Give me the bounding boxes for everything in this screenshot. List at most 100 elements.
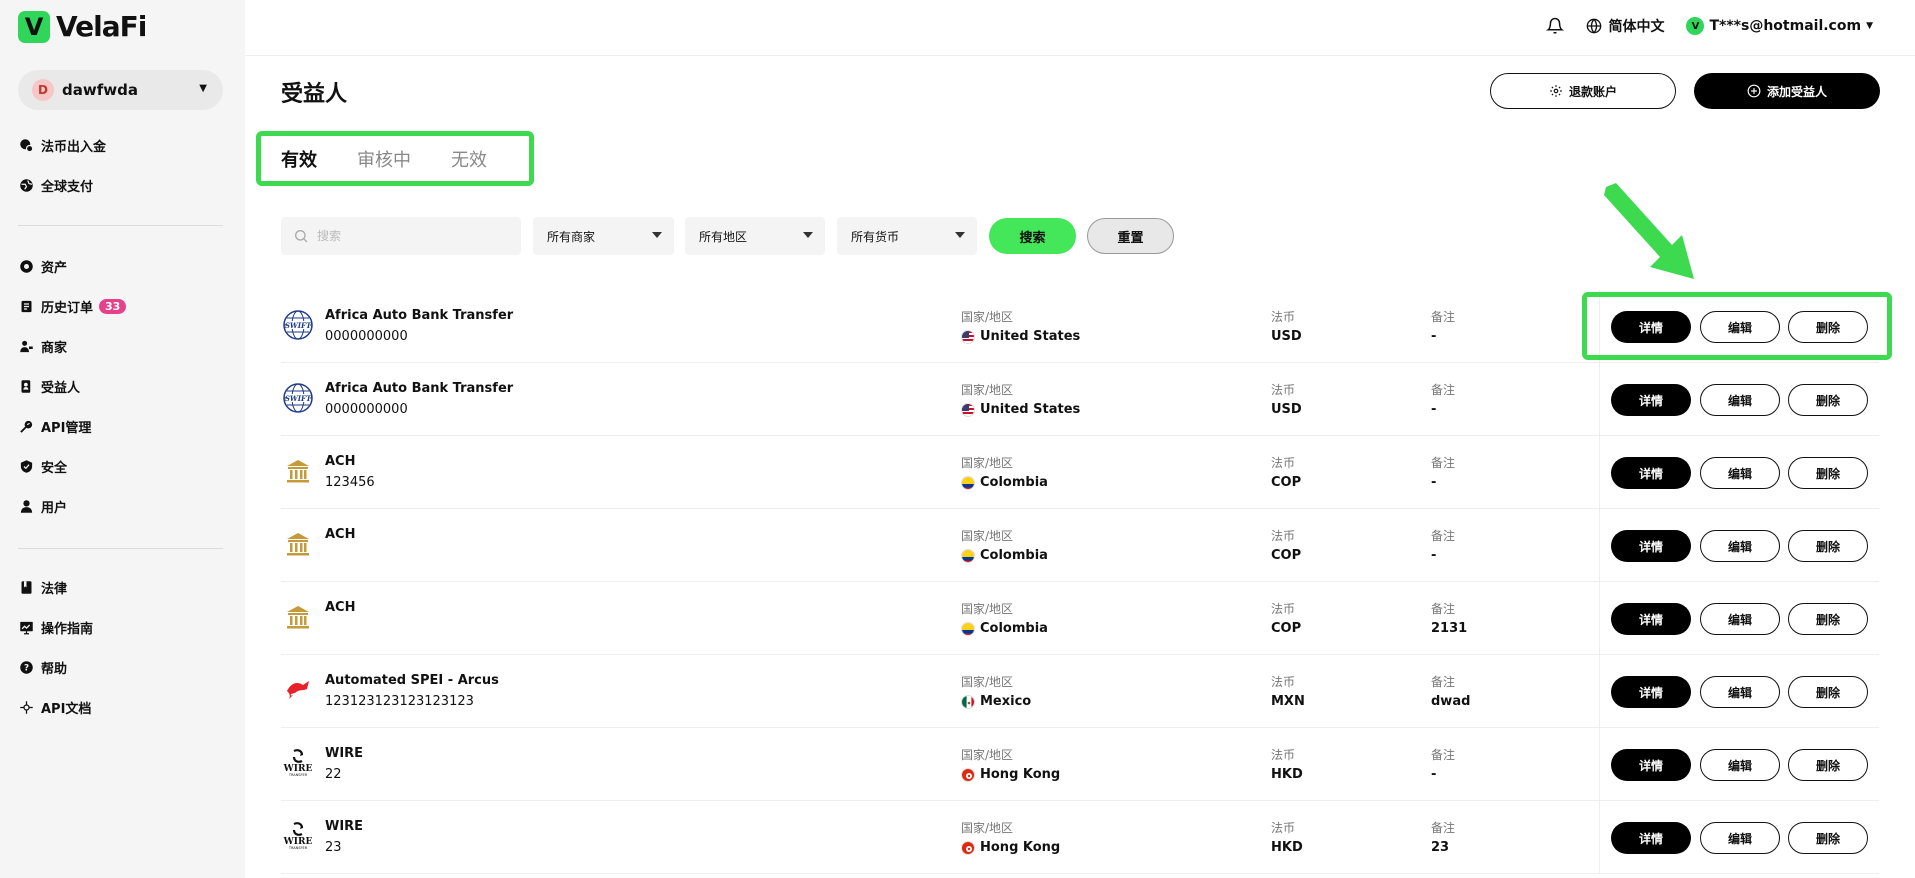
caret-down-icon: ▼ bbox=[199, 83, 207, 94]
sidebar-item-label: 用户 bbox=[41, 500, 68, 516]
caret-down-icon: ▼ bbox=[1866, 21, 1873, 31]
sidebar-item-orders[interactable]: 历史订单 33 bbox=[18, 286, 228, 326]
sidebar-item-globe-payment[interactable]: 全球支付 bbox=[18, 165, 228, 205]
beneficiary-row: Automated SPEI - Arcus 12312312312312312… bbox=[281, 655, 1879, 728]
sidebar-item-label: 法币出入金 bbox=[41, 139, 107, 155]
nav-group-payments: 法币出入金 全球支付 bbox=[18, 125, 228, 205]
edit-button[interactable]: 编辑 bbox=[1700, 676, 1780, 708]
currency-value: COP bbox=[1271, 621, 1302, 636]
detail-button[interactable]: 详情 bbox=[1611, 603, 1691, 635]
delete-button[interactable]: 删除 bbox=[1788, 603, 1868, 635]
delete-button[interactable]: 删除 bbox=[1788, 384, 1868, 416]
language-switcher[interactable]: 简体中文 bbox=[1586, 16, 1664, 36]
book-icon bbox=[18, 579, 34, 595]
search-input[interactable] bbox=[317, 229, 507, 243]
refund-account-label: 退款账户 bbox=[1568, 84, 1617, 99]
tab-invalid[interactable]: 无效 bbox=[451, 146, 487, 172]
sidebar-item-book[interactable]: 法律 bbox=[18, 567, 228, 607]
nav-group-main: 资产 历史订单 33 商家受益人 API管理 安全用户 bbox=[18, 246, 228, 526]
orders-count-badge: 33 bbox=[99, 298, 127, 314]
sidebar-item-user[interactable]: 用户 bbox=[18, 486, 228, 526]
brand-logo[interactable]: V VelaFi bbox=[18, 10, 147, 43]
search-icon bbox=[295, 230, 308, 243]
edit-button[interactable]: 编辑 bbox=[1700, 822, 1780, 854]
detail-button[interactable]: 详情 bbox=[1611, 384, 1691, 416]
detail-button[interactable]: 详情 bbox=[1611, 530, 1691, 562]
delete-button[interactable]: 删除 bbox=[1788, 676, 1868, 708]
sidebar-item-help[interactable]: ? 帮助 bbox=[18, 647, 228, 687]
account-switcher[interactable]: D dawfwda ▼ bbox=[18, 70, 223, 110]
delete-button[interactable]: 删除 bbox=[1788, 457, 1868, 489]
beneficiary-account-number: 0000000000 bbox=[325, 402, 408, 417]
caret-down-icon bbox=[803, 232, 813, 238]
user-menu[interactable]: V T***s@hotmail.com ▼ bbox=[1686, 17, 1873, 35]
tab-active[interactable]: 有效 bbox=[281, 146, 317, 172]
sidebar-item-label: API文档 bbox=[41, 701, 92, 717]
region-text: Hong Kong bbox=[980, 767, 1061, 782]
note-column-label: 备注 bbox=[1431, 748, 1456, 762]
globe-payment-icon bbox=[18, 177, 34, 193]
sidebar-item-label: 商家 bbox=[41, 340, 68, 356]
region-text: Mexico bbox=[980, 694, 1032, 709]
svg-text:TRANSFER: TRANSFER bbox=[288, 846, 308, 850]
add-beneficiary-button[interactable]: 添加受益人 bbox=[1694, 73, 1880, 109]
svg-text:SWIFT: SWIFT bbox=[285, 321, 312, 330]
note-value: - bbox=[1431, 767, 1437, 782]
bell-icon[interactable] bbox=[1546, 17, 1565, 35]
delete-button[interactable]: 删除 bbox=[1788, 311, 1868, 343]
detail-button[interactable]: 详情 bbox=[1611, 311, 1691, 343]
reset-button[interactable]: 重置 bbox=[1087, 218, 1174, 254]
search-box bbox=[281, 217, 521, 255]
sidebar-item-api-doc[interactable]: API文档 bbox=[18, 687, 228, 727]
region-column-label: 国家/地区 bbox=[961, 602, 1014, 616]
sidebar-item-api-key[interactable]: API管理 bbox=[18, 406, 228, 446]
search-button[interactable]: 搜索 bbox=[989, 218, 1076, 254]
note-column-label: 备注 bbox=[1431, 456, 1456, 470]
sidebar-item-beneficiary[interactable]: 受益人 bbox=[18, 366, 228, 406]
beneficiary-row: WIRE TRANSFER WIRE 23 国家/地区 Hong Kong 法币 … bbox=[281, 801, 1879, 874]
region-filter-select[interactable]: 所有地区 bbox=[685, 217, 825, 255]
edit-button[interactable]: 编辑 bbox=[1700, 749, 1780, 781]
sidebar-item-assets[interactable]: 资产 bbox=[18, 246, 228, 286]
note-column-label: 备注 bbox=[1431, 383, 1456, 397]
plus-circle-icon bbox=[1747, 84, 1761, 98]
edit-button[interactable]: 编辑 bbox=[1700, 457, 1780, 489]
delete-button[interactable]: 删除 bbox=[1788, 530, 1868, 562]
merchant-filter-select[interactable]: 所有商家 bbox=[533, 217, 674, 255]
edit-button[interactable]: 编辑 bbox=[1700, 311, 1780, 343]
sidebar-item-guide[interactable]: 操作指南 bbox=[18, 607, 228, 647]
tab-reviewing[interactable]: 审核中 bbox=[357, 146, 411, 172]
column-divider bbox=[1599, 363, 1600, 436]
sidebar-item-label: 全球支付 bbox=[41, 179, 94, 195]
detail-button[interactable]: 详情 bbox=[1611, 457, 1691, 489]
detail-button[interactable]: 详情 bbox=[1611, 676, 1691, 708]
edit-button[interactable]: 编辑 bbox=[1700, 603, 1780, 635]
delete-button[interactable]: 删除 bbox=[1788, 822, 1868, 854]
delete-button[interactable]: 删除 bbox=[1788, 749, 1868, 781]
detail-button[interactable]: 详情 bbox=[1611, 749, 1691, 781]
column-divider bbox=[1599, 801, 1600, 874]
us-flag-icon bbox=[961, 402, 975, 417]
wire-logo-icon: WIRE TRANSFER bbox=[281, 819, 315, 853]
sidebar-item-fiat[interactable]: 法币出入金 bbox=[18, 125, 228, 165]
edit-button[interactable]: 编辑 bbox=[1700, 384, 1780, 416]
currency-filter-select[interactable]: 所有货币 bbox=[837, 217, 977, 255]
sidebar-item-label: 帮助 bbox=[41, 661, 68, 677]
orders-icon bbox=[18, 298, 34, 314]
currency-column-label: 法币 bbox=[1271, 383, 1296, 397]
refund-account-button[interactable]: 退款账户 bbox=[1490, 73, 1676, 109]
detail-button[interactable]: 详情 bbox=[1611, 822, 1691, 854]
region-value: United States bbox=[961, 402, 1080, 417]
note-column-label: 备注 bbox=[1431, 602, 1456, 616]
edit-button[interactable]: 编辑 bbox=[1700, 530, 1780, 562]
mx-flag-icon bbox=[961, 694, 975, 709]
beneficiary-row: WIRE TRANSFER WIRE 22 国家/地区 Hong Kong 法币 … bbox=[281, 728, 1879, 801]
region-text: Colombia bbox=[980, 548, 1048, 563]
user-icon bbox=[18, 498, 34, 514]
sidebar-item-merchant[interactable]: 商家 bbox=[18, 326, 228, 366]
swift-logo-icon: SWIFT bbox=[281, 308, 315, 342]
us-flag-icon bbox=[961, 329, 975, 344]
beneficiary-icon bbox=[18, 378, 34, 394]
nav-group-support: 法律 操作指南? 帮助 API文档 bbox=[18, 567, 228, 727]
sidebar-item-shield[interactable]: 安全 bbox=[18, 446, 228, 486]
